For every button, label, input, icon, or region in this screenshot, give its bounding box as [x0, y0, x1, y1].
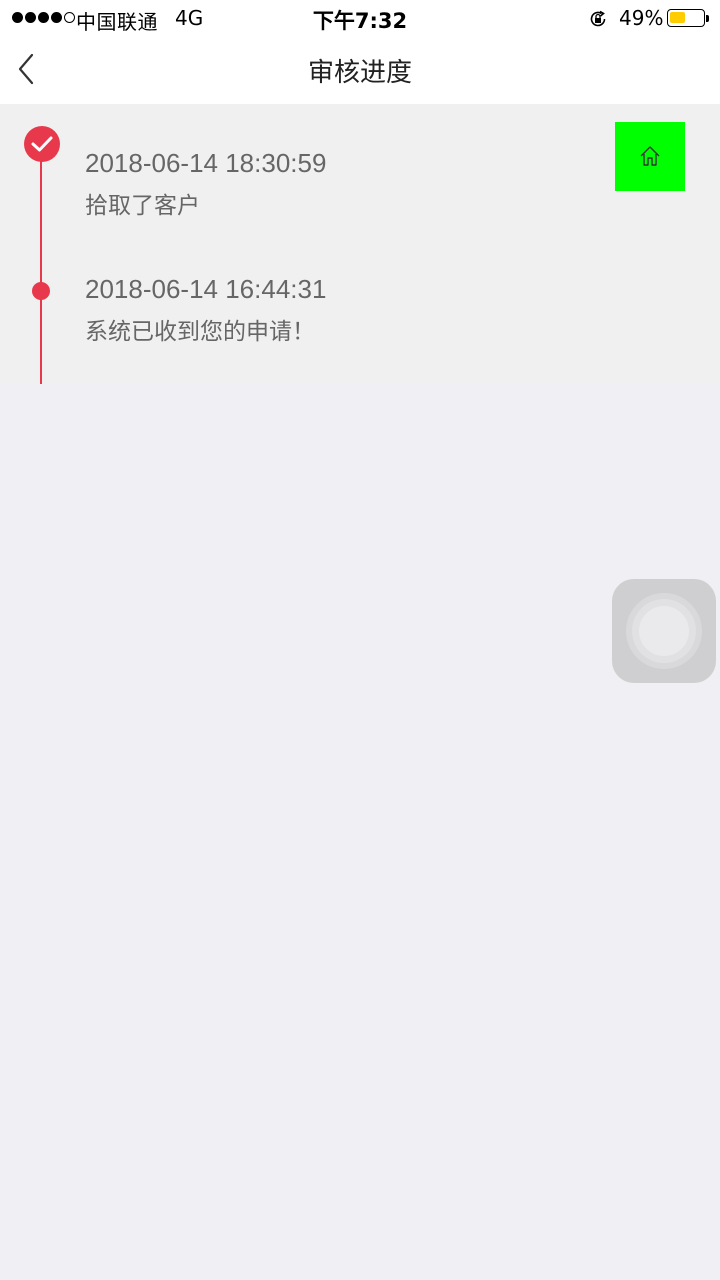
battery-tip [706, 15, 709, 22]
home-icon [640, 146, 660, 166]
battery-percent: 49% [619, 6, 664, 30]
check-icon [24, 126, 60, 162]
page-title: 审核进度 [307, 58, 412, 88]
timeline-line [40, 144, 42, 384]
timeline-entry-description: 拾取了客户 [85, 193, 200, 219]
status-time: 下午7:32 [312, 9, 408, 33]
battery-level [670, 12, 685, 23]
home-button[interactable] [615, 122, 685, 191]
timeline-entry-time: 2018-06-14 16:44:31 [85, 274, 327, 304]
review-progress-timeline: 2018-06-14 18:30:59 拾取了客户 2018-06-14 16:… [0, 104, 720, 384]
status-bar: 中国联通 4G 下午7:32 49% [0, 0, 720, 38]
timeline-entry-description: 系统已收到您的申请！ [85, 319, 315, 345]
assistive-touch-button[interactable] [612, 579, 716, 683]
navigation-bar: 审核进度 [0, 38, 720, 104]
assistive-touch-center [639, 606, 689, 656]
timeline-dot [32, 282, 50, 300]
battery-icon [667, 9, 705, 27]
rotation-lock-icon [590, 10, 606, 27]
timeline-entry-time: 2018-06-14 18:30:59 [85, 148, 327, 178]
